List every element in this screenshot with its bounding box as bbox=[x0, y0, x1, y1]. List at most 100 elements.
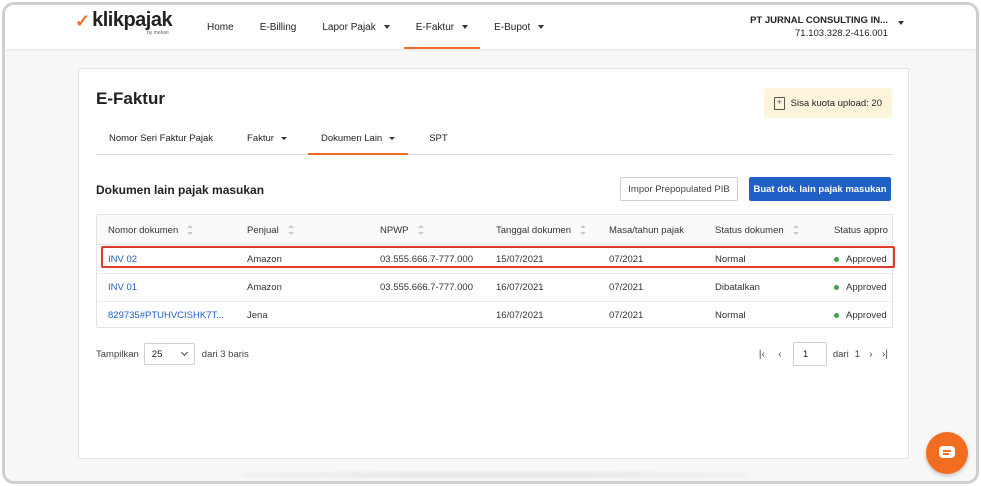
company-caret-down-icon[interactable] bbox=[898, 21, 904, 25]
current-page-value: 1 bbox=[802, 348, 809, 360]
main-nav: Home E-Billing Lapor Pajak E-Faktur E-Bu… bbox=[195, 5, 558, 49]
masa-cell: 07/2021 bbox=[609, 282, 644, 293]
page-title: E-Faktur bbox=[96, 89, 165, 108]
nav-e-billing-label: E-Billing bbox=[259, 21, 297, 33]
of-label: dari bbox=[832, 348, 849, 360]
penjual-cell: Jena bbox=[247, 310, 268, 321]
bottom-shadow bbox=[243, 471, 748, 479]
column-header-label: Status appro bbox=[834, 224, 888, 236]
sort-icon[interactable] bbox=[580, 225, 586, 235]
npwp-cell: 03.555.666.7-777.000 bbox=[380, 254, 473, 265]
total-rows-label: dari 3 baris bbox=[201, 348, 249, 360]
caret-down-icon bbox=[538, 25, 545, 29]
next-page-icon[interactable]: › bbox=[864, 347, 878, 361]
dokumen-lain-table: Nomor dokumen Penjual NPWP Tanggal dokum… bbox=[96, 214, 893, 328]
table-header: Nomor dokumen Penjual NPWP Tanggal dokum… bbox=[97, 215, 892, 245]
nomor-dokumen-link[interactable]: INV 01 bbox=[108, 274, 137, 301]
approved-status-dot-icon bbox=[834, 257, 839, 262]
company-npwp: 71.103.328.2-416.001 bbox=[795, 28, 888, 39]
tab-faktur[interactable]: Faktur bbox=[234, 123, 300, 154]
tab-spt[interactable]: SPT bbox=[416, 123, 460, 154]
tab-dokumen-lain[interactable]: Dokumen Lain bbox=[307, 123, 409, 155]
column-header-status-dokumen[interactable]: Status dokumen bbox=[715, 215, 799, 245]
tab-nomor-seri-faktur-pajak[interactable]: Nomor Seri Faktur Pajak bbox=[96, 123, 226, 154]
nomor-dokumen-link[interactable]: 829735#PTUHVCISHK7T... bbox=[108, 302, 224, 327]
tab-spt-label: SPT bbox=[429, 133, 448, 144]
file-upload-icon bbox=[773, 96, 785, 110]
sort-icon[interactable] bbox=[287, 225, 294, 235]
approval-cell: Approved bbox=[834, 274, 887, 301]
chat-icon bbox=[939, 446, 955, 458]
page-size-value: 25 bbox=[151, 348, 163, 360]
column-header-tanggal-dokumen[interactable]: Tanggal dokumen bbox=[496, 215, 586, 245]
nav-home-label: Home bbox=[207, 21, 234, 33]
column-header-nomor-dokumen[interactable]: Nomor dokumen bbox=[108, 215, 194, 245]
table-row[interactable]: 829735#PTUHVCISHK7T... Jena 16/07/2021 0… bbox=[97, 302, 892, 327]
sort-icon[interactable] bbox=[792, 225, 799, 235]
logo-check-icon: ✓ bbox=[75, 11, 91, 31]
pagination: |‹ ‹ 1 dari 1 › ›| bbox=[755, 342, 892, 366]
logo-subtext: by mekari bbox=[147, 30, 169, 36]
column-header-label: Tanggal dokumen bbox=[496, 224, 571, 236]
company-name: PT JURNAL CONSULTING IN... bbox=[750, 15, 888, 26]
last-page-icon[interactable]: ›| bbox=[878, 347, 892, 361]
section-title: Dokumen lain pajak masukan bbox=[96, 183, 265, 197]
klikpajak-logo[interactable]: ✓ klikpajak by mekari bbox=[75, 9, 173, 36]
tab-faktur-label: Faktur bbox=[247, 133, 274, 144]
column-header-label: Masa/tahun pajak bbox=[609, 224, 684, 236]
approval-cell: Approved bbox=[834, 246, 887, 273]
nav-e-faktur[interactable]: E-Faktur bbox=[403, 5, 481, 49]
penjual-cell: Amazon bbox=[247, 282, 282, 293]
tanggal-cell: 16/07/2021 bbox=[496, 282, 544, 293]
tab-nomor-seri-label: Nomor Seri Faktur Pajak bbox=[109, 133, 214, 144]
column-header-status-approval[interactable]: Status appro bbox=[834, 215, 888, 245]
nomor-dokumen-link[interactable]: INV 02 bbox=[108, 246, 137, 273]
nav-home[interactable]: Home bbox=[195, 5, 246, 49]
penjual-cell: Amazon bbox=[247, 254, 282, 265]
app-window: ✓ klikpajak by mekari Home E-Billing Lap… bbox=[2, 2, 979, 484]
approval-label: Approved bbox=[846, 310, 887, 321]
status-cell: Dibatalkan bbox=[715, 282, 760, 293]
page-size-select[interactable]: 25 bbox=[143, 343, 195, 365]
column-header-label: NPWP bbox=[380, 224, 409, 236]
approval-label: Approved bbox=[846, 282, 887, 293]
sort-icon[interactable] bbox=[417, 225, 424, 235]
tanggal-cell: 15/07/2021 bbox=[496, 254, 544, 265]
upload-quota-badge: Sisa kuota upload: 20 bbox=[763, 88, 892, 118]
company-switcher[interactable]: PT JURNAL CONSULTING IN... 71.103.328.2-… bbox=[750, 14, 888, 40]
top-navbar: ✓ klikpajak by mekari Home E-Billing Lap… bbox=[5, 5, 976, 49]
column-header-penjual[interactable]: Penjual bbox=[247, 215, 294, 245]
create-dokumen-lain-button[interactable]: Buat dok. lain pajak masukan bbox=[749, 177, 891, 201]
chevron-down-icon bbox=[180, 348, 188, 357]
nav-e-bupot[interactable]: E-Bupot bbox=[482, 5, 556, 49]
approval-cell: Approved bbox=[834, 302, 887, 327]
page-number-input[interactable]: 1 bbox=[792, 342, 827, 366]
column-header-npwp[interactable]: NPWP bbox=[380, 215, 424, 245]
upload-quota-label: Sisa kuota upload: 20 bbox=[790, 97, 882, 109]
logo-text: klikpajak bbox=[92, 9, 173, 31]
e-faktur-tabs: Nomor Seri Faktur Pajak Faktur Dokumen L… bbox=[96, 123, 893, 155]
approved-status-dot-icon bbox=[834, 285, 839, 290]
table-row[interactable]: INV 01 Amazon 03.555.666.7-777.000 16/07… bbox=[97, 274, 892, 302]
sort-icon[interactable] bbox=[187, 225, 194, 235]
prev-page-icon[interactable]: ‹ bbox=[773, 347, 787, 361]
page-size-control: Tampilkan 25 dari 3 baris bbox=[96, 343, 249, 365]
nav-lapor-pajak[interactable]: Lapor Pajak bbox=[310, 5, 401, 49]
caret-down-icon bbox=[462, 25, 469, 29]
masa-cell: 07/2021 bbox=[609, 254, 644, 265]
table-row[interactable]: INV 02 Amazon 03.555.666.7-777.000 15/07… bbox=[97, 246, 892, 274]
tab-dokumen-lain-label: Dokumen Lain bbox=[320, 133, 383, 144]
caret-down-icon bbox=[389, 137, 396, 140]
nav-e-billing[interactable]: E-Billing bbox=[248, 5, 309, 49]
show-label: Tampilkan bbox=[96, 348, 139, 360]
nav-e-bupot-label: E-Bupot bbox=[494, 21, 531, 33]
caret-down-icon bbox=[383, 25, 390, 29]
column-header-label: Status dokumen bbox=[715, 224, 784, 236]
first-page-icon[interactable]: |‹ bbox=[755, 347, 769, 361]
column-header-masa-tahun-pajak[interactable]: Masa/tahun pajak bbox=[609, 215, 684, 245]
chat-support-button[interactable] bbox=[926, 432, 968, 474]
npwp-cell: 03.555.666.7-777.000 bbox=[380, 282, 473, 293]
nav-lapor-pajak-label: Lapor Pajak bbox=[322, 21, 376, 33]
import-prepopulated-pib-button[interactable]: Impor Prepopulated PIB bbox=[620, 177, 738, 201]
approved-status-dot-icon bbox=[834, 313, 839, 318]
